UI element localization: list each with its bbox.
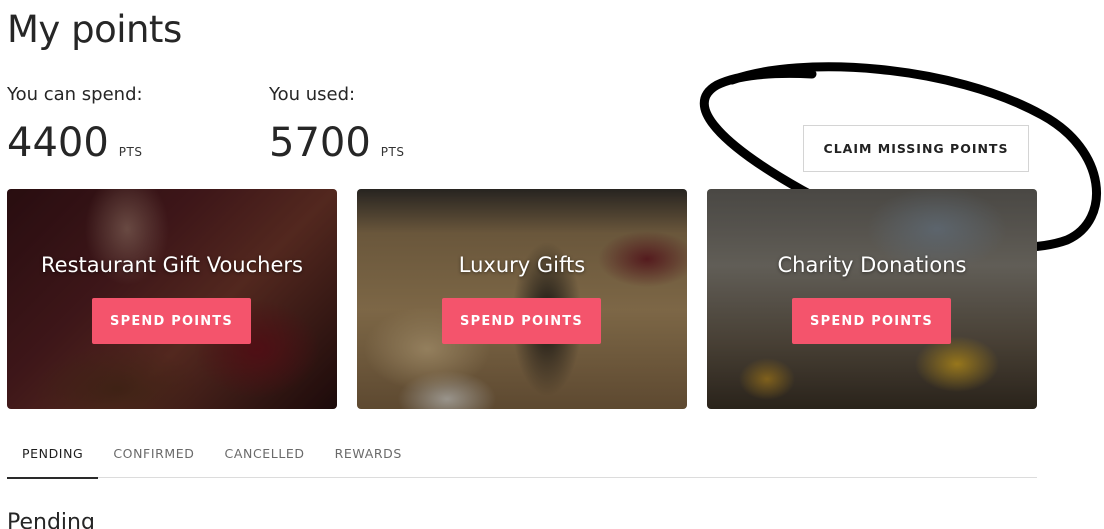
tab-confirmed[interactable]: CONFIRMED bbox=[98, 428, 209, 478]
card-title: Luxury Gifts bbox=[458, 253, 586, 277]
claim-missing-points-button[interactable]: CLAIM MISSING POINTS bbox=[803, 125, 1029, 172]
points-tabs: PENDING CONFIRMED CANCELLED REWARDS bbox=[7, 428, 1037, 479]
spend-label: You can spend: bbox=[7, 84, 143, 105]
tab-pending[interactable]: PENDING bbox=[7, 428, 99, 479]
used-value: 5700 bbox=[269, 120, 371, 166]
tab-rewards[interactable]: REWARDS bbox=[320, 428, 417, 478]
used-unit: PTS bbox=[380, 145, 405, 159]
used-label: You used: bbox=[269, 84, 356, 105]
card-charity-donations[interactable]: Charity Donations SPEND POINTS bbox=[707, 189, 1037, 409]
points-page: My points You can spend: 4400 PTS You us… bbox=[0, 0, 1104, 529]
card-title: Restaurant Gift Vouchers bbox=[41, 253, 303, 277]
card-restaurant-gift-vouchers[interactable]: Restaurant Gift Vouchers SPEND POINTS bbox=[7, 189, 337, 409]
card-title: Charity Donations bbox=[777, 253, 967, 277]
spend-points-button[interactable]: SPEND POINTS bbox=[442, 298, 601, 344]
section-heading: Pending bbox=[7, 510, 95, 529]
spend-unit: PTS bbox=[118, 145, 143, 159]
page-title: My points bbox=[7, 8, 182, 51]
spend-points-button[interactable]: SPEND POINTS bbox=[92, 298, 251, 344]
spend-value-group: 4400 PTS bbox=[7, 120, 142, 166]
spend-value: 4400 bbox=[7, 120, 109, 166]
used-value-group: 5700 PTS bbox=[269, 120, 404, 166]
card-luxury-gifts[interactable]: Luxury Gifts SPEND POINTS bbox=[357, 189, 687, 409]
tab-cancelled[interactable]: CANCELLED bbox=[210, 428, 320, 478]
spend-points-button[interactable]: SPEND POINTS bbox=[792, 298, 951, 344]
